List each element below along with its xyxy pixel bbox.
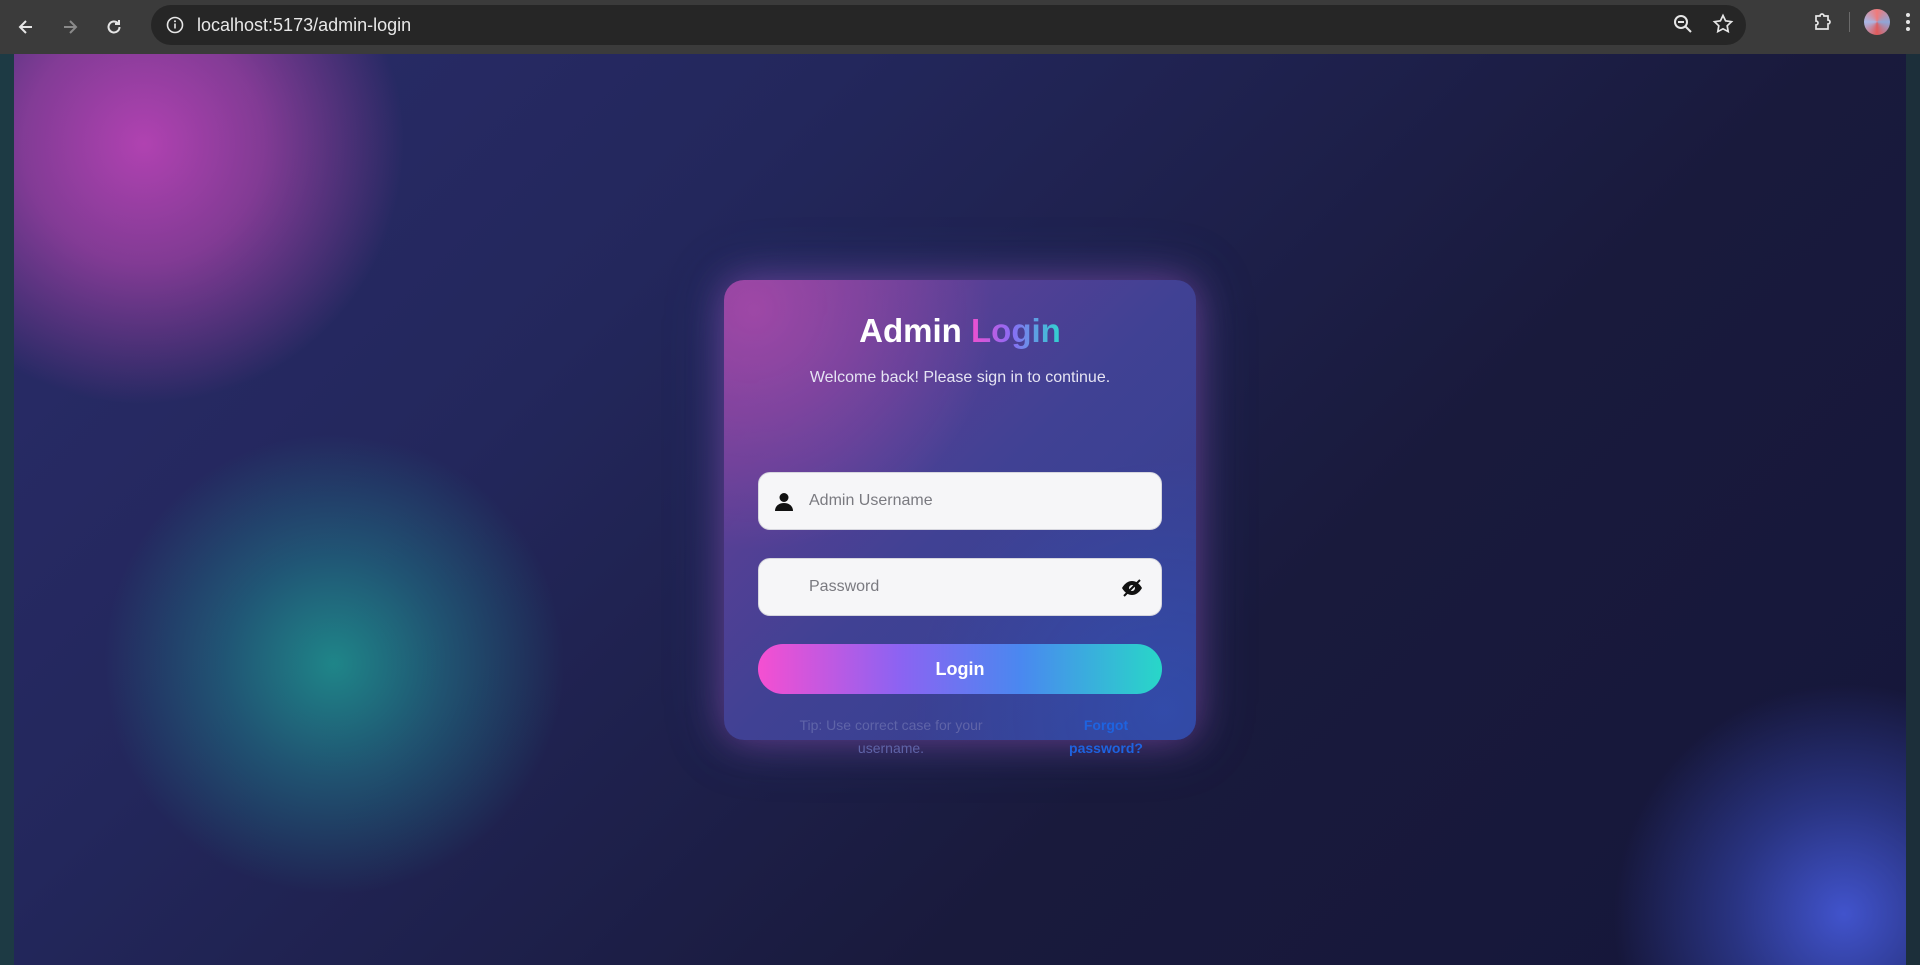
browser-toolbar: localhost:5173/admin-login [0,0,1920,54]
eye-slash-icon[interactable] [1121,578,1143,598]
forward-arrow-icon [64,20,78,34]
forgot-password-link[interactable]: Forgot password? [1066,714,1146,760]
password-field[interactable] [758,558,1162,616]
address-bar[interactable]: localhost:5173/admin-login [151,5,1746,45]
username-input[interactable] [807,491,1111,511]
site-info-icon[interactable] [163,13,187,37]
zoom-out-icon[interactable] [1672,13,1694,35]
password-input[interactable] [807,577,1111,597]
back-arrow-icon [18,20,32,34]
tip-text: Tip: Use correct case for your username. [799,717,983,756]
profile-avatar[interactable] [1864,9,1890,35]
reload-button[interactable] [96,9,132,45]
subtitle: Welcome back! Please sign in to continue… [809,369,1111,386]
kebab-menu-icon[interactable] [1904,11,1912,33]
page-edge-left [0,54,14,965]
login-button[interactable]: Login [758,644,1162,694]
user-icon [775,493,793,511]
title-accent: Login [971,312,1061,349]
login-card: Admin Login Welcome back! Please sign in… [724,280,1196,756]
page-title: Admin Login [724,312,1196,350]
url-text[interactable]: localhost:5173/admin-login [197,15,411,36]
toolbar-divider [1849,12,1850,32]
back-button[interactable] [8,9,44,45]
star-icon[interactable] [1712,13,1734,35]
forward-button[interactable] [52,9,88,45]
reload-icon [107,20,121,34]
username-field[interactable] [758,472,1162,530]
title-main: Admin [859,312,962,349]
browser-actions [1811,9,1912,35]
page-edge-right [1906,54,1920,965]
page-background: Admin Login Welcome back! Please sign in… [14,54,1906,965]
puzzle-icon[interactable] [1811,10,1835,34]
